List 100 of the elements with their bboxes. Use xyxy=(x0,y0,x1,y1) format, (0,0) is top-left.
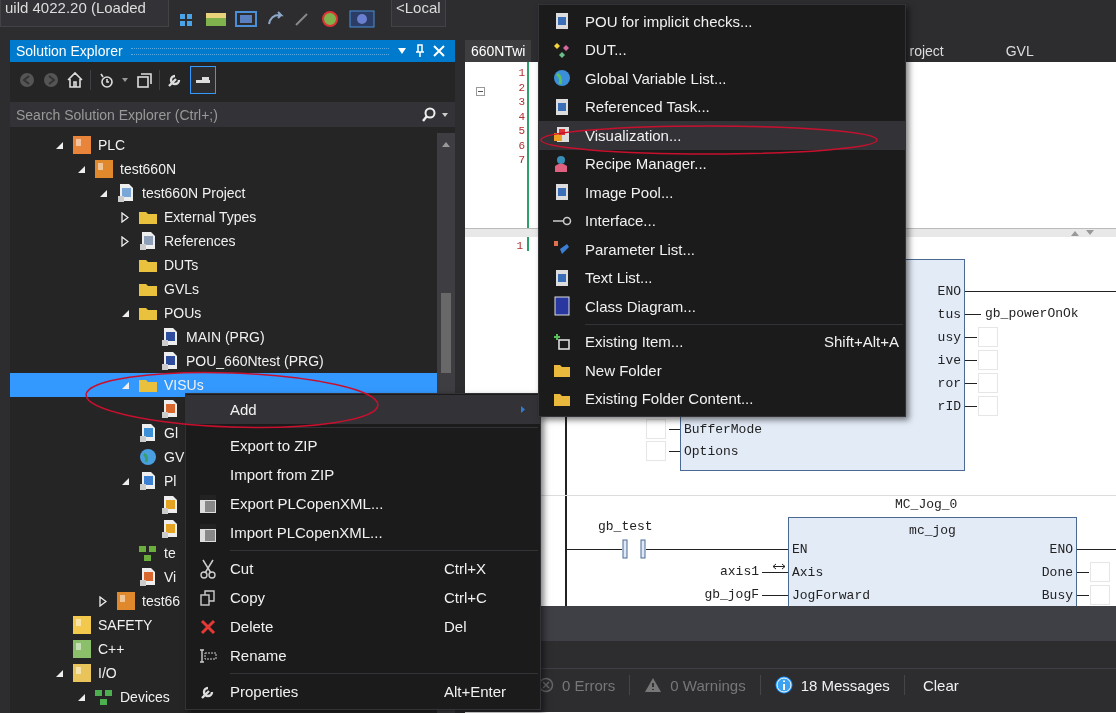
tree-item[interactable]: test660N Project xyxy=(10,181,246,205)
menu-item[interactable]: Rename xyxy=(186,641,540,670)
document-icon xyxy=(138,423,158,443)
document-icon xyxy=(116,183,136,203)
collapse-box-icon[interactable] xyxy=(476,87,485,96)
tree-item[interactable]: References xyxy=(10,229,236,253)
tree-item[interactable]: GV xyxy=(10,445,185,469)
tree-item[interactable]: test660N xyxy=(10,157,177,181)
square-icon xyxy=(72,615,92,635)
menu-item[interactable]: Recipe Manager... xyxy=(539,149,905,178)
tree-item[interactable]: C++ xyxy=(10,637,125,661)
folder-icon xyxy=(138,257,158,273)
tree-item[interactable]: test66 xyxy=(10,589,181,613)
tree-item-label: Pl xyxy=(164,473,177,489)
pin-icon[interactable] xyxy=(415,44,425,58)
square-icon xyxy=(72,135,92,155)
tree-item[interactable]: SAFETY xyxy=(10,613,153,637)
expanded-arrow-icon[interactable] xyxy=(54,140,64,150)
title-bar-grip[interactable] xyxy=(130,47,389,55)
tree-item[interactable]: POUs xyxy=(10,301,202,325)
dropdown-icon[interactable] xyxy=(397,47,407,55)
preview-toggle-button[interactable] xyxy=(190,66,216,94)
error-icon[interactable] xyxy=(538,677,554,693)
tree-item[interactable]: External Types xyxy=(10,205,257,229)
menu-item[interactable]: Parameter List... xyxy=(539,235,905,264)
tree-item[interactable]: PLC xyxy=(10,133,126,157)
menu-item[interactable]: New Folder xyxy=(539,356,905,385)
variable-label: gb_powerOnOk xyxy=(985,306,1079,322)
tree-item-label: GVLs xyxy=(164,281,199,297)
message-count[interactable]: 18 Messages xyxy=(800,676,890,694)
target-icon[interactable] xyxy=(348,10,375,28)
pin-label: usy xyxy=(937,330,961,346)
info-icon[interactable] xyxy=(774,676,793,694)
menu-item[interactable]: Existing Item... Shift+Alt+A xyxy=(539,327,905,356)
collapsed-arrow-icon[interactable] xyxy=(121,235,129,247)
expanded-arrow-icon[interactable] xyxy=(120,476,130,486)
search-icon[interactable] xyxy=(421,106,437,123)
dropdown-icon[interactable] xyxy=(121,77,129,83)
expanded-arrow-icon[interactable] xyxy=(120,308,130,318)
variable-label: axis1 xyxy=(720,564,759,580)
menu-item[interactable]: Add xyxy=(186,395,540,424)
expanded-arrow-icon[interactable] xyxy=(76,692,86,702)
monitor-icon[interactable] xyxy=(234,10,257,28)
collapsed-arrow-icon[interactable] xyxy=(99,595,107,607)
document-icon xyxy=(160,495,180,515)
document-icon xyxy=(138,231,158,251)
expanded-arrow-icon[interactable] xyxy=(98,188,108,198)
search-box[interactable]: Search Solution Explorer (Ctrl+;) xyxy=(10,102,455,127)
function-block[interactable]: mc_jog EN Axis JogForward ENO Done Busy xyxy=(788,517,1077,606)
editor-tab[interactable]: GVL xyxy=(999,40,1040,62)
tree-item[interactable]: Gl xyxy=(10,421,178,445)
menu-item[interactable]: Import PLCopenXML... xyxy=(186,518,540,547)
menu-item[interactable]: Referenced Task... xyxy=(539,92,905,121)
history-icon[interactable] xyxy=(97,71,115,89)
expanded-arrow-icon[interactable] xyxy=(76,164,86,174)
collapsed-arrow-icon[interactable] xyxy=(121,211,129,223)
menu-item[interactable]: POU for implicit checks... xyxy=(539,7,905,36)
menu-item[interactable]: Import from ZIP xyxy=(186,460,540,489)
document-icon xyxy=(554,97,570,116)
tree-item[interactable]: Pl xyxy=(10,469,177,493)
warning-icon[interactable] xyxy=(644,677,663,693)
menu-item[interactable]: Properties Alt+Enter xyxy=(186,677,540,706)
tree-item[interactable]: GVLs xyxy=(10,277,199,301)
menu-item[interactable]: Copy Ctrl+C xyxy=(186,583,540,612)
picture-icon[interactable] xyxy=(204,10,227,28)
tree-item[interactable]: MAIN (PRG) xyxy=(10,325,265,349)
tree-item[interactable]: DUTs xyxy=(10,253,199,277)
menu-item[interactable]: DUT... xyxy=(539,35,905,64)
menu-item[interactable]: Image Pool... xyxy=(539,178,905,207)
menu-item[interactable]: Global Variable List... xyxy=(539,64,905,93)
menu-item[interactable]: Delete Del xyxy=(186,612,540,641)
search-field[interactable]: Search Solution Explorer (Ctrl+;) xyxy=(16,106,417,123)
scroll-up-icon[interactable] xyxy=(441,141,451,148)
editor-tab[interactable]: 660NTwi xyxy=(465,40,532,62)
editor-tab[interactable]: roject xyxy=(903,40,950,62)
menu-item[interactable]: Visualization... xyxy=(539,121,905,150)
tree-item[interactable]: te xyxy=(10,541,176,565)
target-dropdown[interactable]: <Local xyxy=(390,0,446,27)
menu-item[interactable]: Class Diagram... xyxy=(539,292,905,321)
shortcut-label: Shift+Alt+A xyxy=(823,333,900,351)
tree-item[interactable]: Devices xyxy=(10,685,170,709)
menu-item[interactable]: Existing Folder Content... xyxy=(539,384,905,413)
expanded-arrow-icon[interactable] xyxy=(54,668,64,678)
tree-item-label: I/O xyxy=(98,665,117,681)
dropdown-icon[interactable] xyxy=(441,111,449,118)
collapse-all-icon[interactable] xyxy=(135,71,153,89)
close-icon[interactable] xyxy=(433,45,445,57)
menu-item[interactable]: Text List... xyxy=(539,263,905,292)
menu-item[interactable]: Cut Ctrl+X xyxy=(186,554,540,583)
menu-item[interactable]: Interface... xyxy=(539,206,905,235)
build-dropdown[interactable]: uild 4022.20 (Loaded xyxy=(0,0,169,27)
tree-item[interactable]: POU_660Ntest (PRG) xyxy=(10,349,324,373)
clear-button[interactable]: Clear xyxy=(918,674,963,696)
menu-item[interactable]: Export PLCopenXML... xyxy=(186,489,540,518)
home-icon[interactable] xyxy=(66,71,84,89)
menu-item[interactable]: Export to ZIP xyxy=(186,431,540,460)
contact-symbol[interactable] xyxy=(620,539,648,559)
tree-item[interactable]: I/O xyxy=(10,661,117,685)
scrollbar-thumb[interactable] xyxy=(441,293,451,373)
tree-item[interactable]: Vi xyxy=(10,565,177,589)
